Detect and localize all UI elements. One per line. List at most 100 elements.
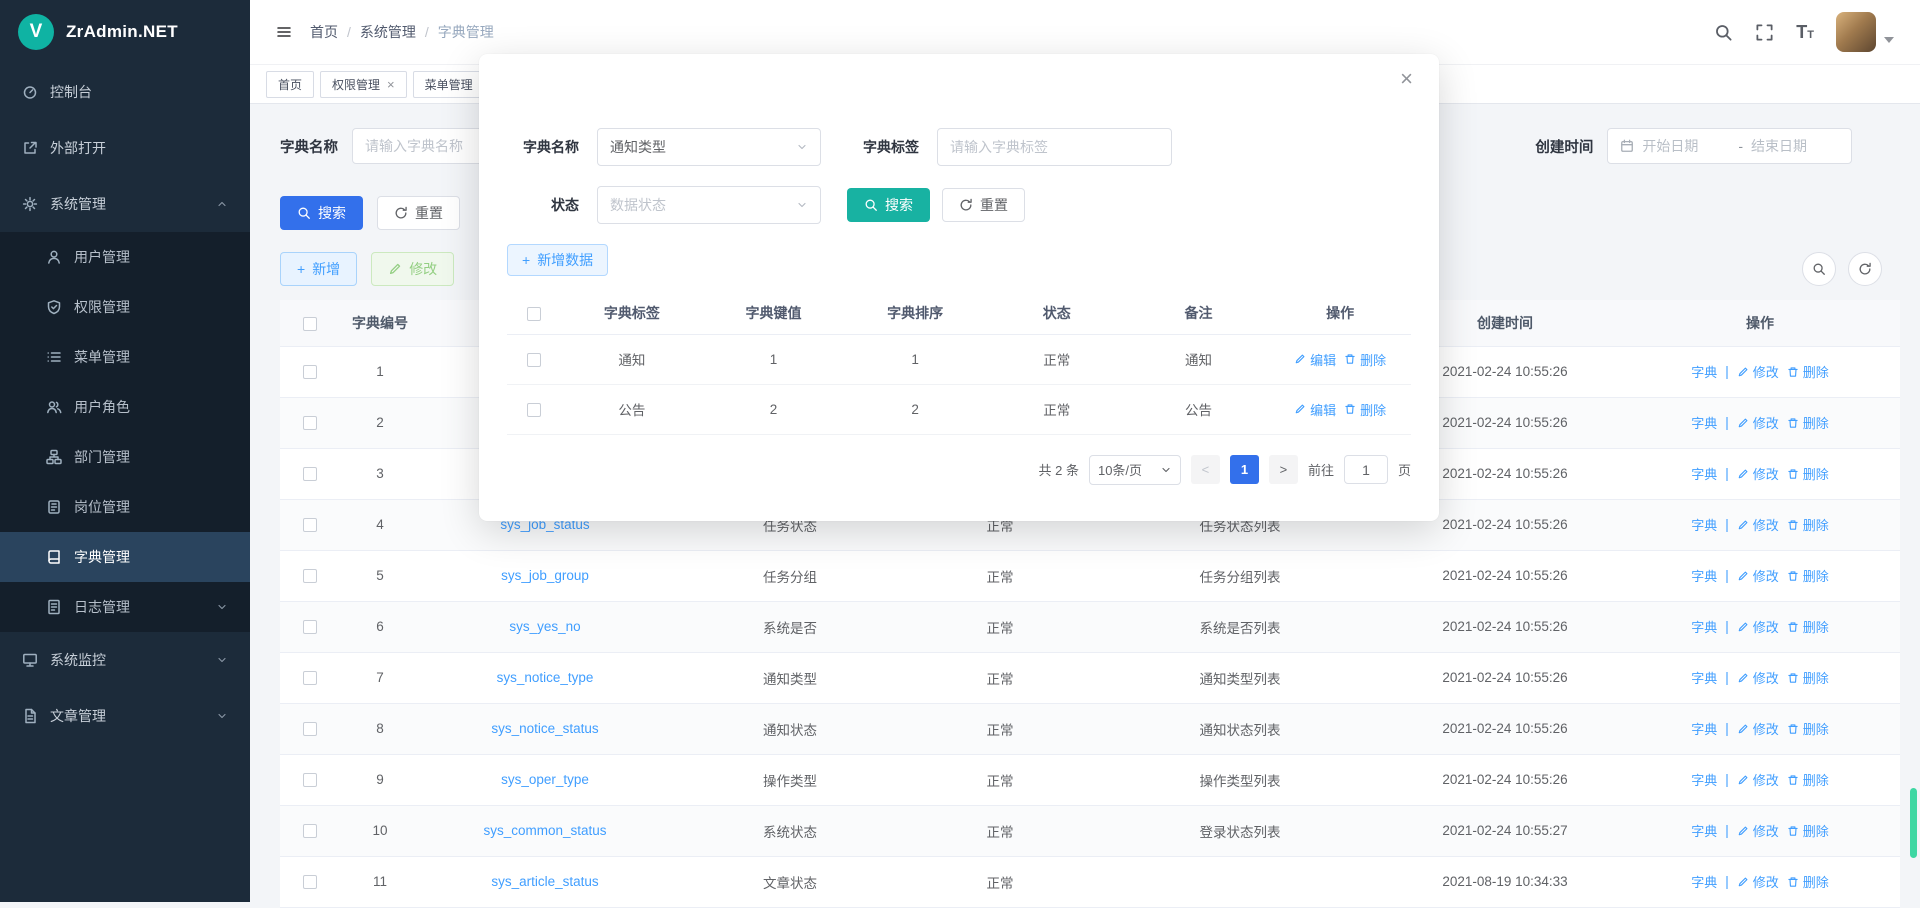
dialog-reset-button[interactable]: 重置 xyxy=(942,188,1025,222)
select-all-checkbox[interactable] xyxy=(527,307,541,321)
dict-type-link[interactable]: sys_common_status xyxy=(483,823,606,838)
delete-link[interactable]: 删除 xyxy=(1787,464,1829,483)
row-checkbox[interactable] xyxy=(303,620,317,634)
edit-link[interactable]: 编辑 xyxy=(1294,400,1336,419)
row-checkbox[interactable] xyxy=(303,773,317,787)
dict-data-link[interactable]: 字典 xyxy=(1691,464,1717,483)
sidebar-item-external-open[interactable]: 外部打开 xyxy=(0,120,250,176)
dict-type-link[interactable]: sys_notice_status xyxy=(491,721,598,736)
edit-link[interactable]: 修改 xyxy=(1737,566,1779,585)
close-icon[interactable]: × xyxy=(1400,68,1413,90)
delete-link[interactable]: 删除 xyxy=(1787,413,1829,432)
edit-link[interactable]: 修改 xyxy=(1737,413,1779,432)
row-checkbox[interactable] xyxy=(303,722,317,736)
font-size-icon[interactable]: TT xyxy=(1796,22,1814,43)
next-page-button[interactable]: > xyxy=(1269,455,1298,484)
row-checkbox[interactable] xyxy=(303,875,317,889)
delete-link[interactable]: 删除 xyxy=(1787,617,1829,636)
sidebar-item-department-management[interactable]: 部门管理 xyxy=(0,432,250,482)
close-tab-icon[interactable]: × xyxy=(387,78,395,91)
dict-data-link[interactable]: 字典 xyxy=(1691,515,1717,534)
delete-link[interactable]: 删除 xyxy=(1344,400,1386,419)
edit-link[interactable]: 修改 xyxy=(1737,668,1779,687)
delete-link[interactable]: 删除 xyxy=(1787,872,1829,891)
dict-type-link[interactable]: sys_oper_type xyxy=(501,772,589,787)
dict-data-link[interactable]: 字典 xyxy=(1691,566,1717,585)
goto-page-input[interactable] xyxy=(1344,455,1388,484)
edit-link[interactable]: 修改 xyxy=(1737,770,1779,789)
row-checkbox[interactable] xyxy=(303,824,317,838)
sidebar-item-permission-management[interactable]: 权限管理 xyxy=(0,282,250,332)
delete-link[interactable]: 删除 xyxy=(1787,515,1829,534)
edit-link[interactable]: 修改 xyxy=(1737,362,1779,381)
prev-page-button[interactable]: < xyxy=(1191,455,1220,484)
start-date-input[interactable] xyxy=(1642,138,1730,154)
delete-link[interactable]: 删除 xyxy=(1787,668,1829,687)
sidebar-item-system-management[interactable]: 系统管理 xyxy=(0,176,250,232)
search-icon[interactable] xyxy=(1714,23,1733,42)
edit-link[interactable]: 修改 xyxy=(1737,719,1779,738)
dict-type-link[interactable]: sys_yes_no xyxy=(509,619,580,634)
row-checkbox[interactable] xyxy=(303,365,317,379)
dict-data-link[interactable]: 字典 xyxy=(1691,617,1717,636)
delete-link[interactable]: 删除 xyxy=(1787,566,1829,585)
sidebar-item-dict-management[interactable]: 字典管理 xyxy=(0,532,250,582)
sidebar-item-log-management[interactable]: 日志管理 xyxy=(0,582,250,632)
dict-data-link[interactable]: 字典 xyxy=(1691,821,1717,840)
breadcrumb-system[interactable]: 系统管理 xyxy=(360,22,416,42)
add-button[interactable]: +新增 xyxy=(280,252,357,286)
sidebar-item-menu-management[interactable]: 菜单管理 xyxy=(0,332,250,382)
reset-button[interactable]: 重置 xyxy=(377,196,460,230)
dict-data-link[interactable]: 字典 xyxy=(1691,668,1717,687)
dict-data-link[interactable]: 字典 xyxy=(1691,872,1717,891)
edit-link[interactable]: 修改 xyxy=(1737,464,1779,483)
sidebar-item-system-monitor[interactable]: 系统监控 xyxy=(0,632,250,688)
sidebar-item-article-management[interactable]: 文章管理 xyxy=(0,688,250,744)
dict-data-link[interactable]: 字典 xyxy=(1691,413,1717,432)
edit-button[interactable]: 修改 xyxy=(371,252,454,286)
row-checkbox[interactable] xyxy=(303,467,317,481)
date-range-picker[interactable]: - xyxy=(1607,128,1852,164)
end-date-input[interactable] xyxy=(1751,138,1839,154)
search-button[interactable]: 搜索 xyxy=(280,196,363,230)
edit-link[interactable]: 编辑 xyxy=(1294,350,1336,369)
breadcrumb-home[interactable]: 首页 xyxy=(310,22,338,42)
dict-type-link[interactable]: sys_article_status xyxy=(491,874,598,889)
edit-link[interactable]: 修改 xyxy=(1737,872,1779,891)
add-data-button[interactable]: +新增数据 xyxy=(507,244,608,276)
select-all-checkbox[interactable] xyxy=(303,317,317,331)
dict-data-link[interactable]: 字典 xyxy=(1691,362,1717,381)
row-checkbox[interactable] xyxy=(303,416,317,430)
app-logo[interactable]: V ZrAdmin.NET xyxy=(0,0,250,64)
delete-link[interactable]: 删除 xyxy=(1787,821,1829,840)
tab-home[interactable]: 首页 xyxy=(266,71,314,98)
sidebar-toggle-icon[interactable] xyxy=(276,24,292,40)
user-menu[interactable] xyxy=(1836,12,1894,52)
dict-type-link[interactable]: sys_notice_type xyxy=(497,670,594,685)
dict-type-link[interactable]: sys_job_group xyxy=(501,568,589,583)
dialog-search-button[interactable]: 搜索 xyxy=(847,188,930,222)
avatar[interactable] xyxy=(1836,12,1876,52)
edit-link[interactable]: 修改 xyxy=(1737,617,1779,636)
edit-link[interactable]: 修改 xyxy=(1737,515,1779,534)
dict-name-select[interactable]: 通知类型 xyxy=(597,128,821,166)
sidebar-item-console[interactable]: 控制台 xyxy=(0,64,250,120)
delete-link[interactable]: 删除 xyxy=(1787,719,1829,738)
dict-data-link[interactable]: 字典 xyxy=(1691,770,1717,789)
row-checkbox[interactable] xyxy=(303,671,317,685)
dict-data-link[interactable]: 字典 xyxy=(1691,719,1717,738)
delete-link[interactable]: 删除 xyxy=(1344,350,1386,369)
edit-link[interactable]: 修改 xyxy=(1737,821,1779,840)
sidebar-item-user-role[interactable]: 用户角色 xyxy=(0,382,250,432)
delete-link[interactable]: 删除 xyxy=(1787,770,1829,789)
dict-label-input[interactable] xyxy=(937,128,1172,166)
refresh-button[interactable] xyxy=(1848,252,1882,286)
row-checkbox[interactable] xyxy=(527,403,541,417)
toggle-search-button[interactable] xyxy=(1802,252,1836,286)
tab-permission-management[interactable]: 权限管理 × xyxy=(320,71,407,98)
fullscreen-icon[interactable] xyxy=(1755,23,1774,42)
page-size-select[interactable]: 10条/页 xyxy=(1089,455,1181,485)
row-checkbox[interactable] xyxy=(527,353,541,367)
sidebar-item-user-management[interactable]: 用户管理 xyxy=(0,232,250,282)
row-checkbox[interactable] xyxy=(303,518,317,532)
